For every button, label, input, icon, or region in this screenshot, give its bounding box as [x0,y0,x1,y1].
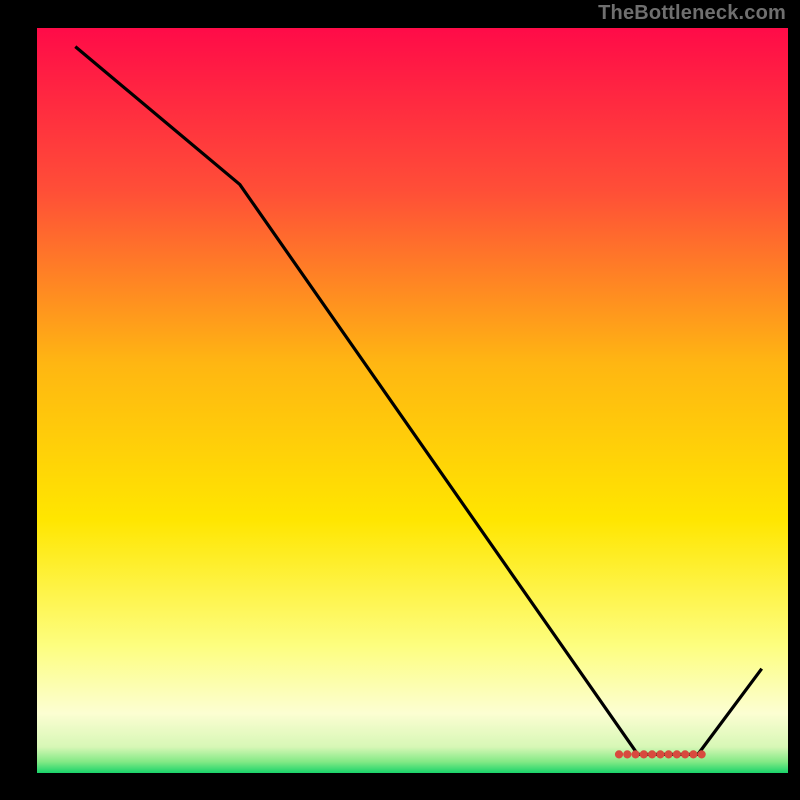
data-marker [623,750,631,758]
chart-stage: TheBottleneck.com [0,0,800,800]
bottleneck-chart [0,0,800,800]
data-marker [648,750,656,758]
data-marker [681,750,689,758]
data-marker [615,750,623,758]
plot-background [37,28,788,773]
watermark-text: TheBottleneck.com [598,2,786,25]
data-marker [656,750,664,758]
data-marker [664,750,672,758]
data-marker [698,750,706,758]
data-marker [689,750,697,758]
data-marker [640,750,648,758]
data-marker [673,750,681,758]
data-marker [631,750,639,758]
marker-group [615,750,706,758]
